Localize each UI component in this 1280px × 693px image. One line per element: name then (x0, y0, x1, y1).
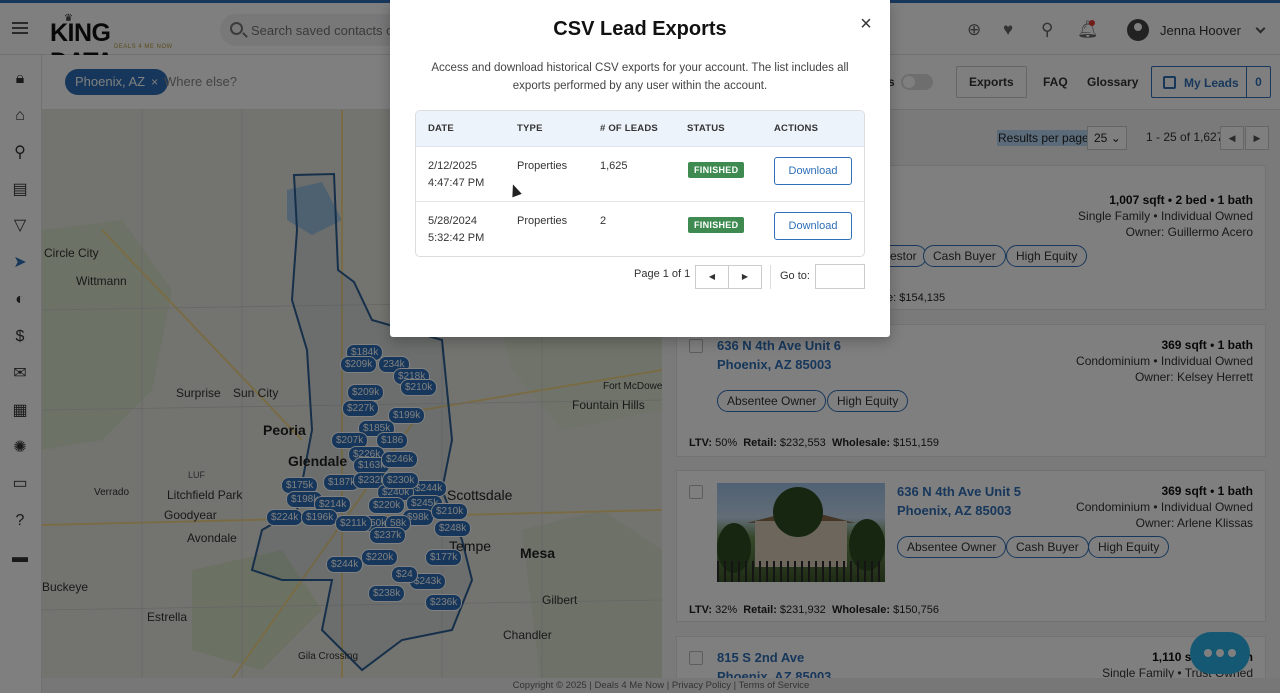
modal-title: CSV Lead Exports (553, 18, 727, 40)
export-date-time: 4:47:47 PM (428, 177, 485, 189)
status-badge: FINISHED (688, 162, 745, 178)
column-header-status: STATUS (687, 123, 725, 134)
export-date-day: 2/12/2025 (428, 160, 477, 172)
table-header: DATE TYPE # OF LEADS STATUS ACTIONS (416, 111, 864, 147)
export-date: 2/12/2025 4:47:47 PM (428, 158, 484, 192)
download-button[interactable]: Download (774, 157, 852, 185)
exports-table: DATE TYPE # OF LEADS STATUS ACTIONS 2/12… (415, 110, 865, 257)
column-header-leads: # OF LEADS (600, 123, 658, 134)
column-header-date: DATE (428, 123, 454, 134)
next-page-button[interactable]: ▶ (728, 265, 762, 289)
export-lead-count: 1,625 (600, 160, 628, 172)
export-date-time: 5:32:42 PM (428, 232, 485, 244)
download-button[interactable]: Download (774, 212, 852, 240)
status-badge: FINISHED (688, 217, 745, 233)
table-row: 5/28/2024 5:32:42 PM Properties 2 FINISHE… (416, 202, 864, 256)
csv-exports-modal: × CSV Lead Exports Access and download h… (390, 0, 890, 337)
export-type: Properties (517, 160, 568, 172)
table-row: 2/12/2025 4:47:47 PM Properties 1,625 FIN… (416, 147, 864, 202)
prev-page-button[interactable]: ◀ (695, 265, 729, 289)
modal-description: Access and download historical CSV expor… (431, 62, 849, 92)
goto-page-input[interactable] (815, 264, 865, 289)
pager-text: Page 1 of 1 (634, 268, 691, 280)
column-header-actions: ACTIONS (774, 123, 819, 134)
export-lead-count: 2 (600, 215, 607, 227)
export-date-day: 5/28/2024 (428, 215, 477, 227)
export-type: Properties (517, 215, 568, 227)
column-header-type: TYPE (517, 123, 543, 134)
goto-label: Go to: (780, 270, 810, 282)
export-date: 5/28/2024 5:32:42 PM (428, 213, 484, 247)
pager-divider (770, 265, 771, 289)
